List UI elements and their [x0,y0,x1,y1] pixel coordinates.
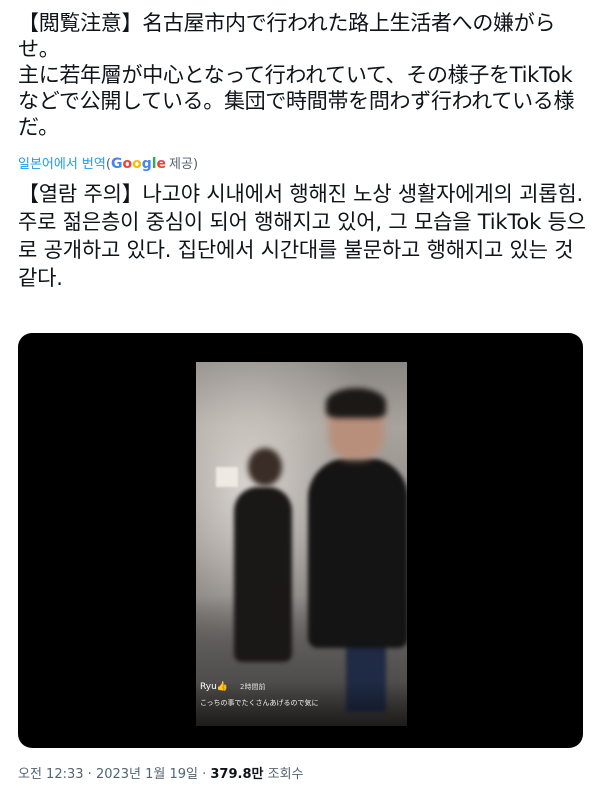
video-overlay-caption: こっちの事でたくさんあげるので気に [200,699,319,707]
google-logo-letter: g [141,156,152,172]
video-frame: Ryu👍 2時間前 こっちの事でたくさんあげるので気に [196,362,407,726]
view-count-label: 조회수 [263,767,304,782]
video-person-right-hair [326,388,386,418]
video-person-right [308,458,407,648]
translated-from-japanese-link[interactable]: 일본어에서 번역 [18,157,106,172]
tweet-time[interactable]: 오전 12:33 [18,767,84,782]
google-logo: Google [111,156,166,172]
meta-separator: · [197,767,211,782]
google-logo-letter: G [110,156,123,172]
video-overlay-time: 2時間前 [240,683,266,691]
video-person-left [234,487,292,662]
google-logo-letter: o [132,156,142,172]
tweet-meta: 오전 12:33 · 2023년 1월 19일 · 379.8만 조회수 [18,766,304,784]
tweet-video-player[interactable]: Ryu👍 2時間前 こっちの事でたくさんあげるので気に [18,333,583,748]
meta-separator: · [83,767,96,782]
video-overlay-username: Ryu👍 [200,682,228,692]
translate-provider-label: 제공) [169,157,199,172]
tweet-translated-text: 【열람 주의】나고야 시내에서 행해진 노상 생활자에게의 괴롭힘. 주로 젊은… [18,182,586,290]
video-bag [216,467,238,487]
tweet-original-text: 【閲覧注意】名古屋市内で行われた路上生活者への嫌がらせ。 主に若年層が中心となっ… [18,11,575,139]
video-person-left-head [248,448,282,486]
view-count: 379.8만 [210,767,264,782]
video-overlay-user: Ryu👍 2時間前 [200,682,265,692]
google-logo-letter: o [122,156,133,172]
google-logo-letter: e [156,156,167,172]
translation-attribution: 일본어에서 번역(Google 제공) [18,154,198,175]
tweet-date[interactable]: 2023년 1월 19일 [96,767,198,782]
